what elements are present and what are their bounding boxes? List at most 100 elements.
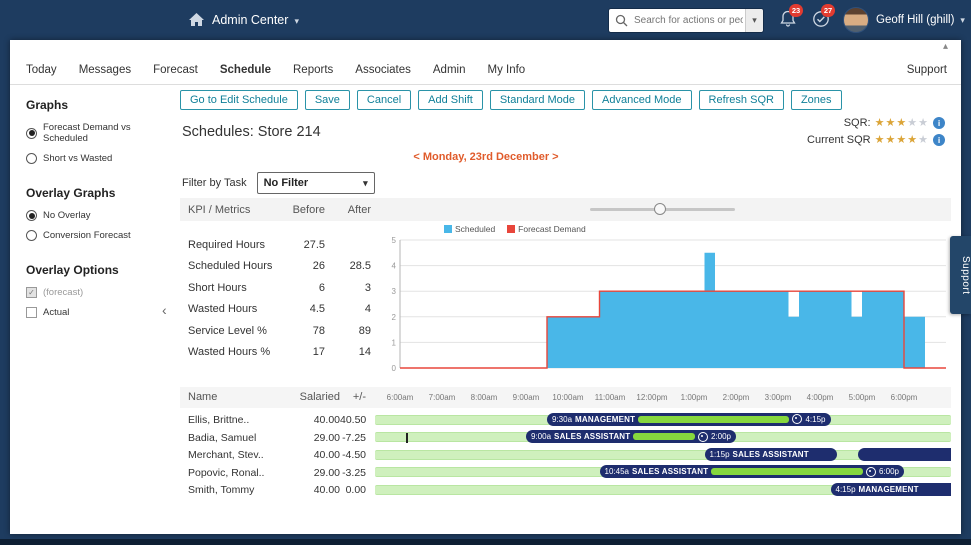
support-link[interactable]: Support [907,64,947,76]
kpi-after-value: 3 [333,282,371,294]
shift-bar[interactable]: 10:45aSALES ASSISTANT6:00p [600,465,905,478]
advanced-mode-button[interactable]: Advanced Mode [592,90,692,110]
graphs-option-forecast-demand-vs-scheduled[interactable]: Forecast Demand vs Scheduled [26,122,176,144]
notifications-bell-icon[interactable]: 23 [780,10,796,33]
kpi-after-value: 4 [333,303,371,315]
roster-row: Smith, Tommy40.000.004:15pMANAGEMENT [180,481,951,499]
user-avatar[interactable] [843,7,869,33]
notifications-badge: 23 [789,4,803,17]
svg-text:3: 3 [392,287,397,296]
user-menu[interactable]: Geoff Hill (ghill)▾ [876,14,965,26]
legend-scheduled: Scheduled [444,224,495,234]
task-filter-select[interactable]: No Filter ▾ [257,172,375,194]
menu-item-messages[interactable]: Messages [79,64,131,76]
search-input[interactable] [632,14,745,27]
current-sqr-label: Current SQR [807,134,871,146]
sqr-star-rating: ★★★★★ [875,116,929,129]
user-name-label: Geoff Hill (ghill) [876,14,954,26]
overlay-checkbox-forecast[interactable]: ✓(forecast) [26,287,176,298]
cancel-button[interactable]: Cancel [357,90,411,110]
shift-role-label: SALES ASSISTANT [632,467,708,476]
salaried-hours: 40.00 [285,484,340,496]
schedule-main-area: Go to Edit Schedule Save Cancel Add Shift St… [176,84,961,534]
menu-item-forecast[interactable]: Forecast [153,64,198,76]
menu-item-admin[interactable]: Admin [433,64,466,76]
shift-bar[interactable]: 4:15pMANAGEMENT [831,483,952,496]
support-tab[interactable]: Support [950,236,971,314]
shift-bar[interactable]: 9:00aSALES ASSISTANT2:00p [526,430,736,443]
star-icon: ★ [875,117,886,129]
zoom-slider[interactable] [590,208,735,211]
refresh-sqr-button[interactable]: Refresh SQR [699,90,784,110]
employee-name: Ellis, Brittne.. [188,414,283,426]
sidebar-collapse-icon[interactable]: ‹ [162,302,167,318]
next-day-arrow[interactable]: > [549,151,561,163]
graphs-option-short-vs-wasted[interactable]: Short vs Wasted [26,153,176,164]
checkbox-icon [26,307,37,318]
menu-item-today[interactable]: Today [26,64,57,76]
shift-role-label: SALES ASSISTANT [554,432,630,441]
collapse-panel-icon[interactable]: ▴ [943,41,948,52]
home-icon[interactable] [188,12,205,32]
break-icon [866,467,876,477]
kpi-metric-label: Wasted Hours [188,303,287,315]
zones-button[interactable]: Zones [791,90,842,110]
employee-name: Smith, Tommy [188,484,283,496]
roster-gantt: Ellis, Brittne..40.0040.509:30aMANAGEMEN… [180,411,951,499]
time-label: 3:00pm [756,387,800,408]
menu-item-schedule[interactable]: Schedule [220,64,271,76]
shift-bar[interactable]: 9:30aMANAGEMENT4:15p [547,413,831,426]
time-label: 6:00pm [882,387,926,408]
overlay-checkbox-label: Actual [43,307,69,318]
shift-worked-segment [711,468,863,475]
current-sqr-info-icon[interactable]: i [933,134,945,146]
time-label: 2:00pm [714,387,758,408]
go-to-edit-schedule-button[interactable]: Go to Edit Schedule [180,90,298,110]
break-icon [698,432,708,442]
shift-role-label: MANAGEMENT [859,485,919,494]
shift-bar[interactable]: 1:15pSALES ASSISTANT [705,448,837,461]
add-shift-button[interactable]: Add Shift [418,90,483,110]
graphs-option-label: Forecast Demand vs Scheduled [43,122,176,144]
kpi-after-value: 28.5 [333,260,371,272]
kpi-metric-label: Short Hours [188,282,287,294]
zoom-slider-handle[interactable] [654,203,666,215]
kpi-metric-label: Wasted Hours % [188,346,287,358]
overlay-options-section-title: Overlay Options [26,263,176,277]
overlay-graph-option-no-overlay[interactable]: No Overlay [26,210,176,221]
save-button[interactable]: Save [305,90,350,110]
menu-item-associates[interactable]: Associates [355,64,411,76]
date-navigator: <Monday, 23rd December> [176,151,796,163]
salaried-hours: 40.00 [285,414,340,426]
star-icon: ★ [896,134,907,146]
sidebar: Graphs Forecast Demand vs ScheduledShort… [10,84,176,534]
approvals-icon[interactable]: 27 [812,10,830,33]
legend-swatch [444,225,452,233]
shift-role-label: SALES ASSISTANT [733,450,809,459]
overlay-checkbox-actual[interactable]: Actual [26,307,176,318]
roster-row: Badia, Samuel29.00-7.259:00aSALES ASSIST… [180,429,951,447]
overlay-graph-option-label: No Overlay [43,210,91,221]
standard-mode-button[interactable]: Standard Mode [490,90,585,110]
chevron-down-icon: ▾ [363,178,368,189]
roster-header-name: Name [188,387,217,408]
sqr-block: SQR: ★★★★★ i Current SQR ★★★★★ i [807,114,945,148]
menu-items: Today Messages Forecast Schedule Reports Asso… [26,64,525,76]
shift-bar[interactable] [858,448,951,461]
app-title[interactable]: Admin Center▾ [212,13,299,27]
overlay-graph-option-conversion-forecast[interactable]: Conversion Forecast [26,230,176,241]
primary-menubar: Today Messages Forecast Schedule Reports Asso… [10,40,961,85]
top-navigation-bar: Admin Center▾ ▾ 23 27 Geoff Hill (ghill)… [0,0,971,40]
time-label: 5:00pm [840,387,884,408]
legend-label: Scheduled [455,224,495,234]
menu-item-my-info[interactable]: My Info [488,64,526,76]
kpi-before-value: 4.5 [287,303,325,315]
search-scope-dropdown[interactable]: ▾ [745,9,763,32]
previous-day-arrow[interactable]: < [410,151,422,163]
time-axis: 6:00am7:00am8:00am9:00am10:00am11:00am12… [380,387,952,408]
menu-item-reports[interactable]: Reports [293,64,333,76]
sqr-info-icon[interactable]: i [933,117,945,129]
task-filter-row: Filter by Task No Filter ▾ [182,172,375,194]
global-search: ▾ [608,8,764,33]
date-label: Monday, 23rd December [423,151,549,163]
